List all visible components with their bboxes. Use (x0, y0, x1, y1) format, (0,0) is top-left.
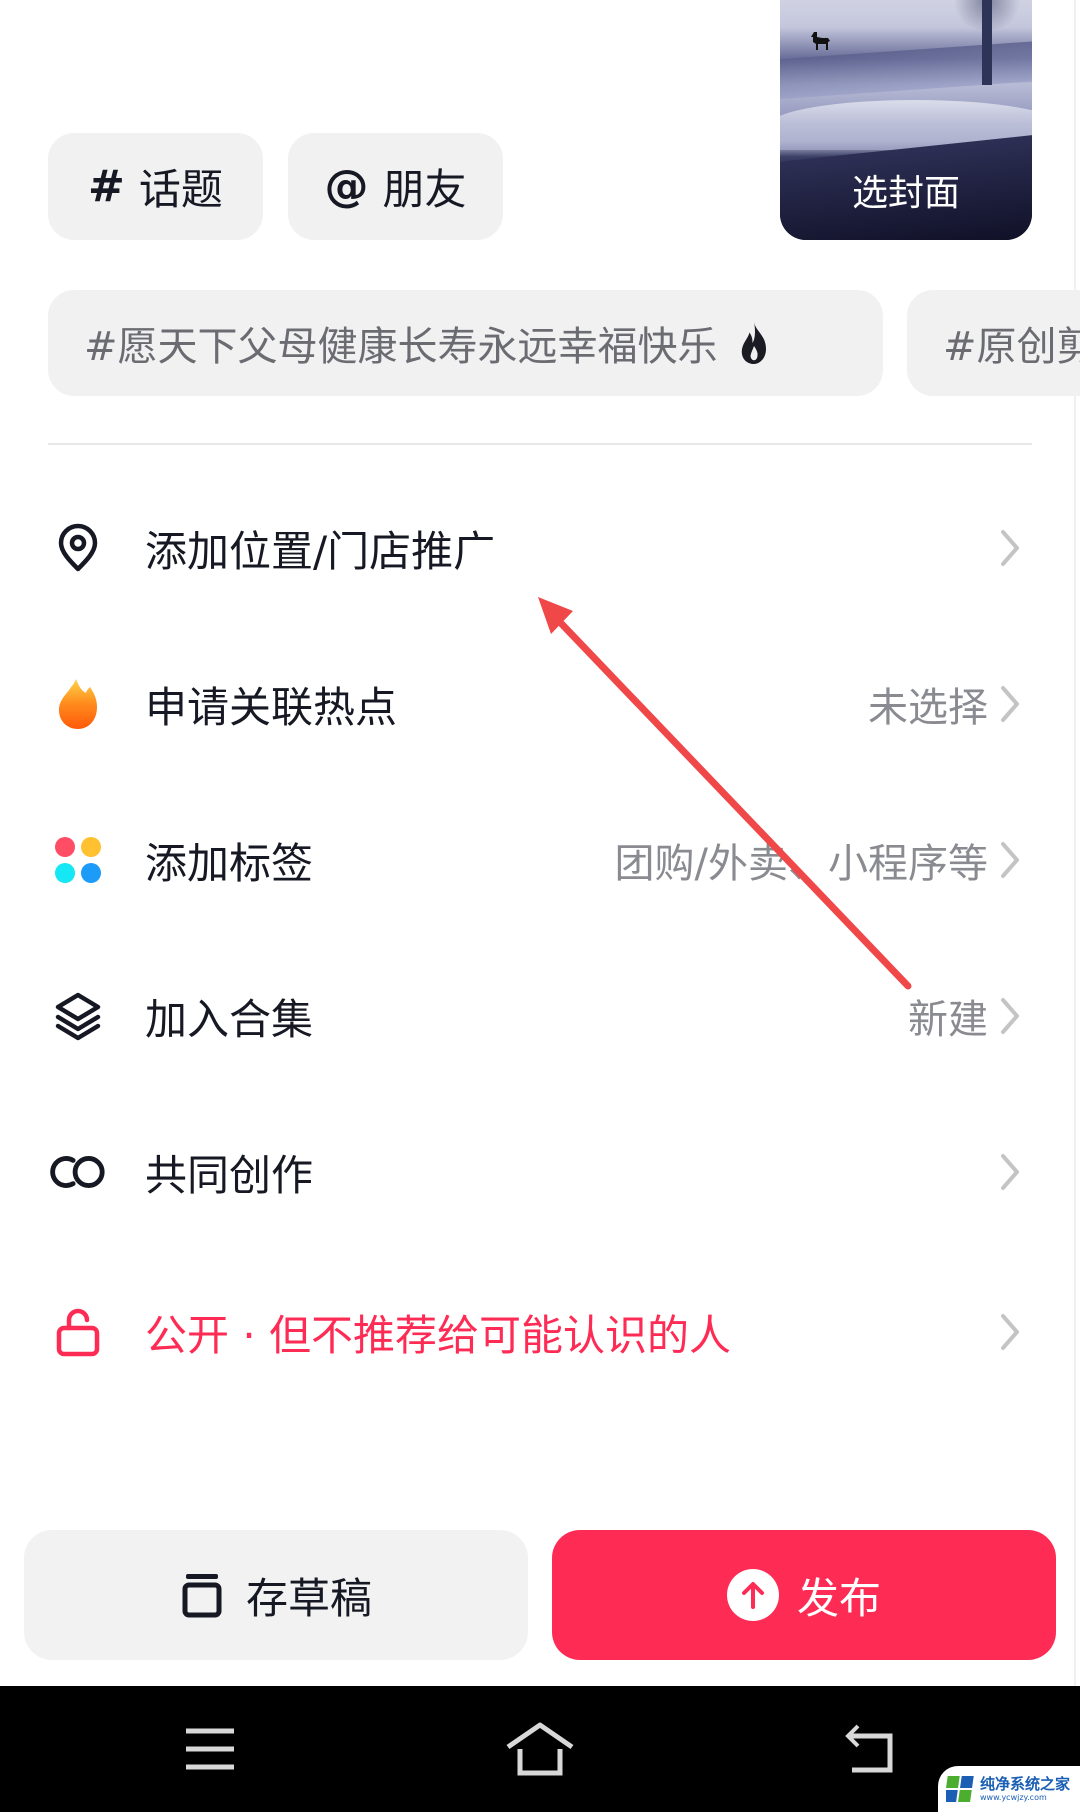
mention-friend-button[interactable]: @ 朋友 (288, 133, 503, 240)
add-topic-button[interactable]: # 话题 (48, 133, 263, 240)
home-icon (506, 1722, 574, 1776)
draft-box-icon (182, 1574, 222, 1618)
location-pin-icon (48, 518, 108, 578)
flame-icon (741, 322, 766, 364)
co-create-icon (48, 1142, 108, 1202)
tag-dots-icon (48, 830, 108, 890)
chevron-right-icon (1001, 530, 1019, 566)
unlock-icon (48, 1302, 108, 1362)
watermark: 纯净系统之家 www.ycwjzy.com (938, 1766, 1080, 1812)
menu-item-add-tag[interactable]: 添加标签 团购/外卖、小程序等 (0, 800, 1080, 920)
menu-item-add-collection[interactable]: 加入合集 新建 (0, 956, 1080, 1076)
cover-image-tree (982, 0, 992, 85)
mention-friend-label: 朋友 (382, 165, 467, 214)
layers-icon (48, 986, 108, 1046)
chevron-right-icon (1001, 686, 1019, 722)
menu-item-label: 共同创作 (145, 1150, 314, 1200)
menu-item-add-location[interactable]: 添加位置/门店推广 (0, 488, 1080, 608)
suggested-hashtag-text: #原创剪 (943, 324, 1080, 370)
menu-item-value: 团购/外卖、小程序等 (614, 841, 988, 887)
nav-menu-button[interactable] (170, 1716, 250, 1782)
watermark-title: 纯净系统之家 (980, 1775, 1071, 1793)
select-cover-button[interactable]: 选封面 (780, 0, 1032, 240)
menu-item-co-create[interactable]: 共同创作 (0, 1112, 1080, 1232)
menu-item-hot-topic[interactable]: 申请关联热点 未选择 (0, 644, 1080, 764)
chevron-right-icon (1001, 1314, 1019, 1350)
hot-flame-icon (48, 674, 108, 734)
publish-label: 发布 (796, 1573, 881, 1623)
back-icon (845, 1724, 893, 1773)
add-topic-label: 话题 (138, 165, 223, 214)
chevron-right-icon (1001, 842, 1019, 878)
section-divider (48, 443, 1032, 445)
upload-arrow-icon (726, 1569, 779, 1621)
nav-home-button[interactable] (500, 1716, 580, 1782)
menu-item-label: 添加位置/门店推广 (145, 526, 496, 576)
suggested-hashtag-text: #愿天下父母健康长寿永远幸福快乐 (84, 324, 718, 370)
suggested-hashtag[interactable]: #愿天下父母健康长寿永远幸福快乐 (48, 290, 883, 396)
system-navigation-bar (0, 1686, 1080, 1812)
suggested-hashtag[interactable]: #原创剪 (907, 290, 1080, 396)
at-icon: @ (324, 161, 369, 212)
menu-item-visibility[interactable]: 公开 · 但不推荐给可能认识的人 (0, 1272, 1080, 1392)
menu-item-label: 添加标签 (145, 838, 314, 888)
menu-lines-icon (186, 1728, 234, 1770)
menu-item-label: 加入合集 (145, 994, 314, 1044)
watermark-url: www.ycwjzy.com (980, 1793, 1047, 1802)
menu-item-label: 申请关联热点 (145, 682, 398, 732)
save-draft-button[interactable]: 存草稿 (24, 1530, 528, 1660)
menu-item-label: 公开 · 但不推荐给可能认识的人 (145, 1310, 732, 1360)
menu-item-value: 新建 (908, 997, 988, 1043)
cover-image-rider (811, 32, 830, 50)
chevron-right-icon (1001, 998, 1019, 1034)
menu-item-value: 未选择 (868, 685, 988, 731)
nav-back-button[interactable] (828, 1716, 908, 1782)
save-draft-label: 存草稿 (245, 1573, 372, 1623)
watermark-logo-icon (946, 1776, 974, 1802)
chevron-right-icon (1001, 1154, 1019, 1190)
hash-icon: # (88, 161, 125, 212)
select-cover-label: 选封面 (851, 173, 960, 214)
publish-button[interactable]: 发布 (552, 1530, 1056, 1660)
